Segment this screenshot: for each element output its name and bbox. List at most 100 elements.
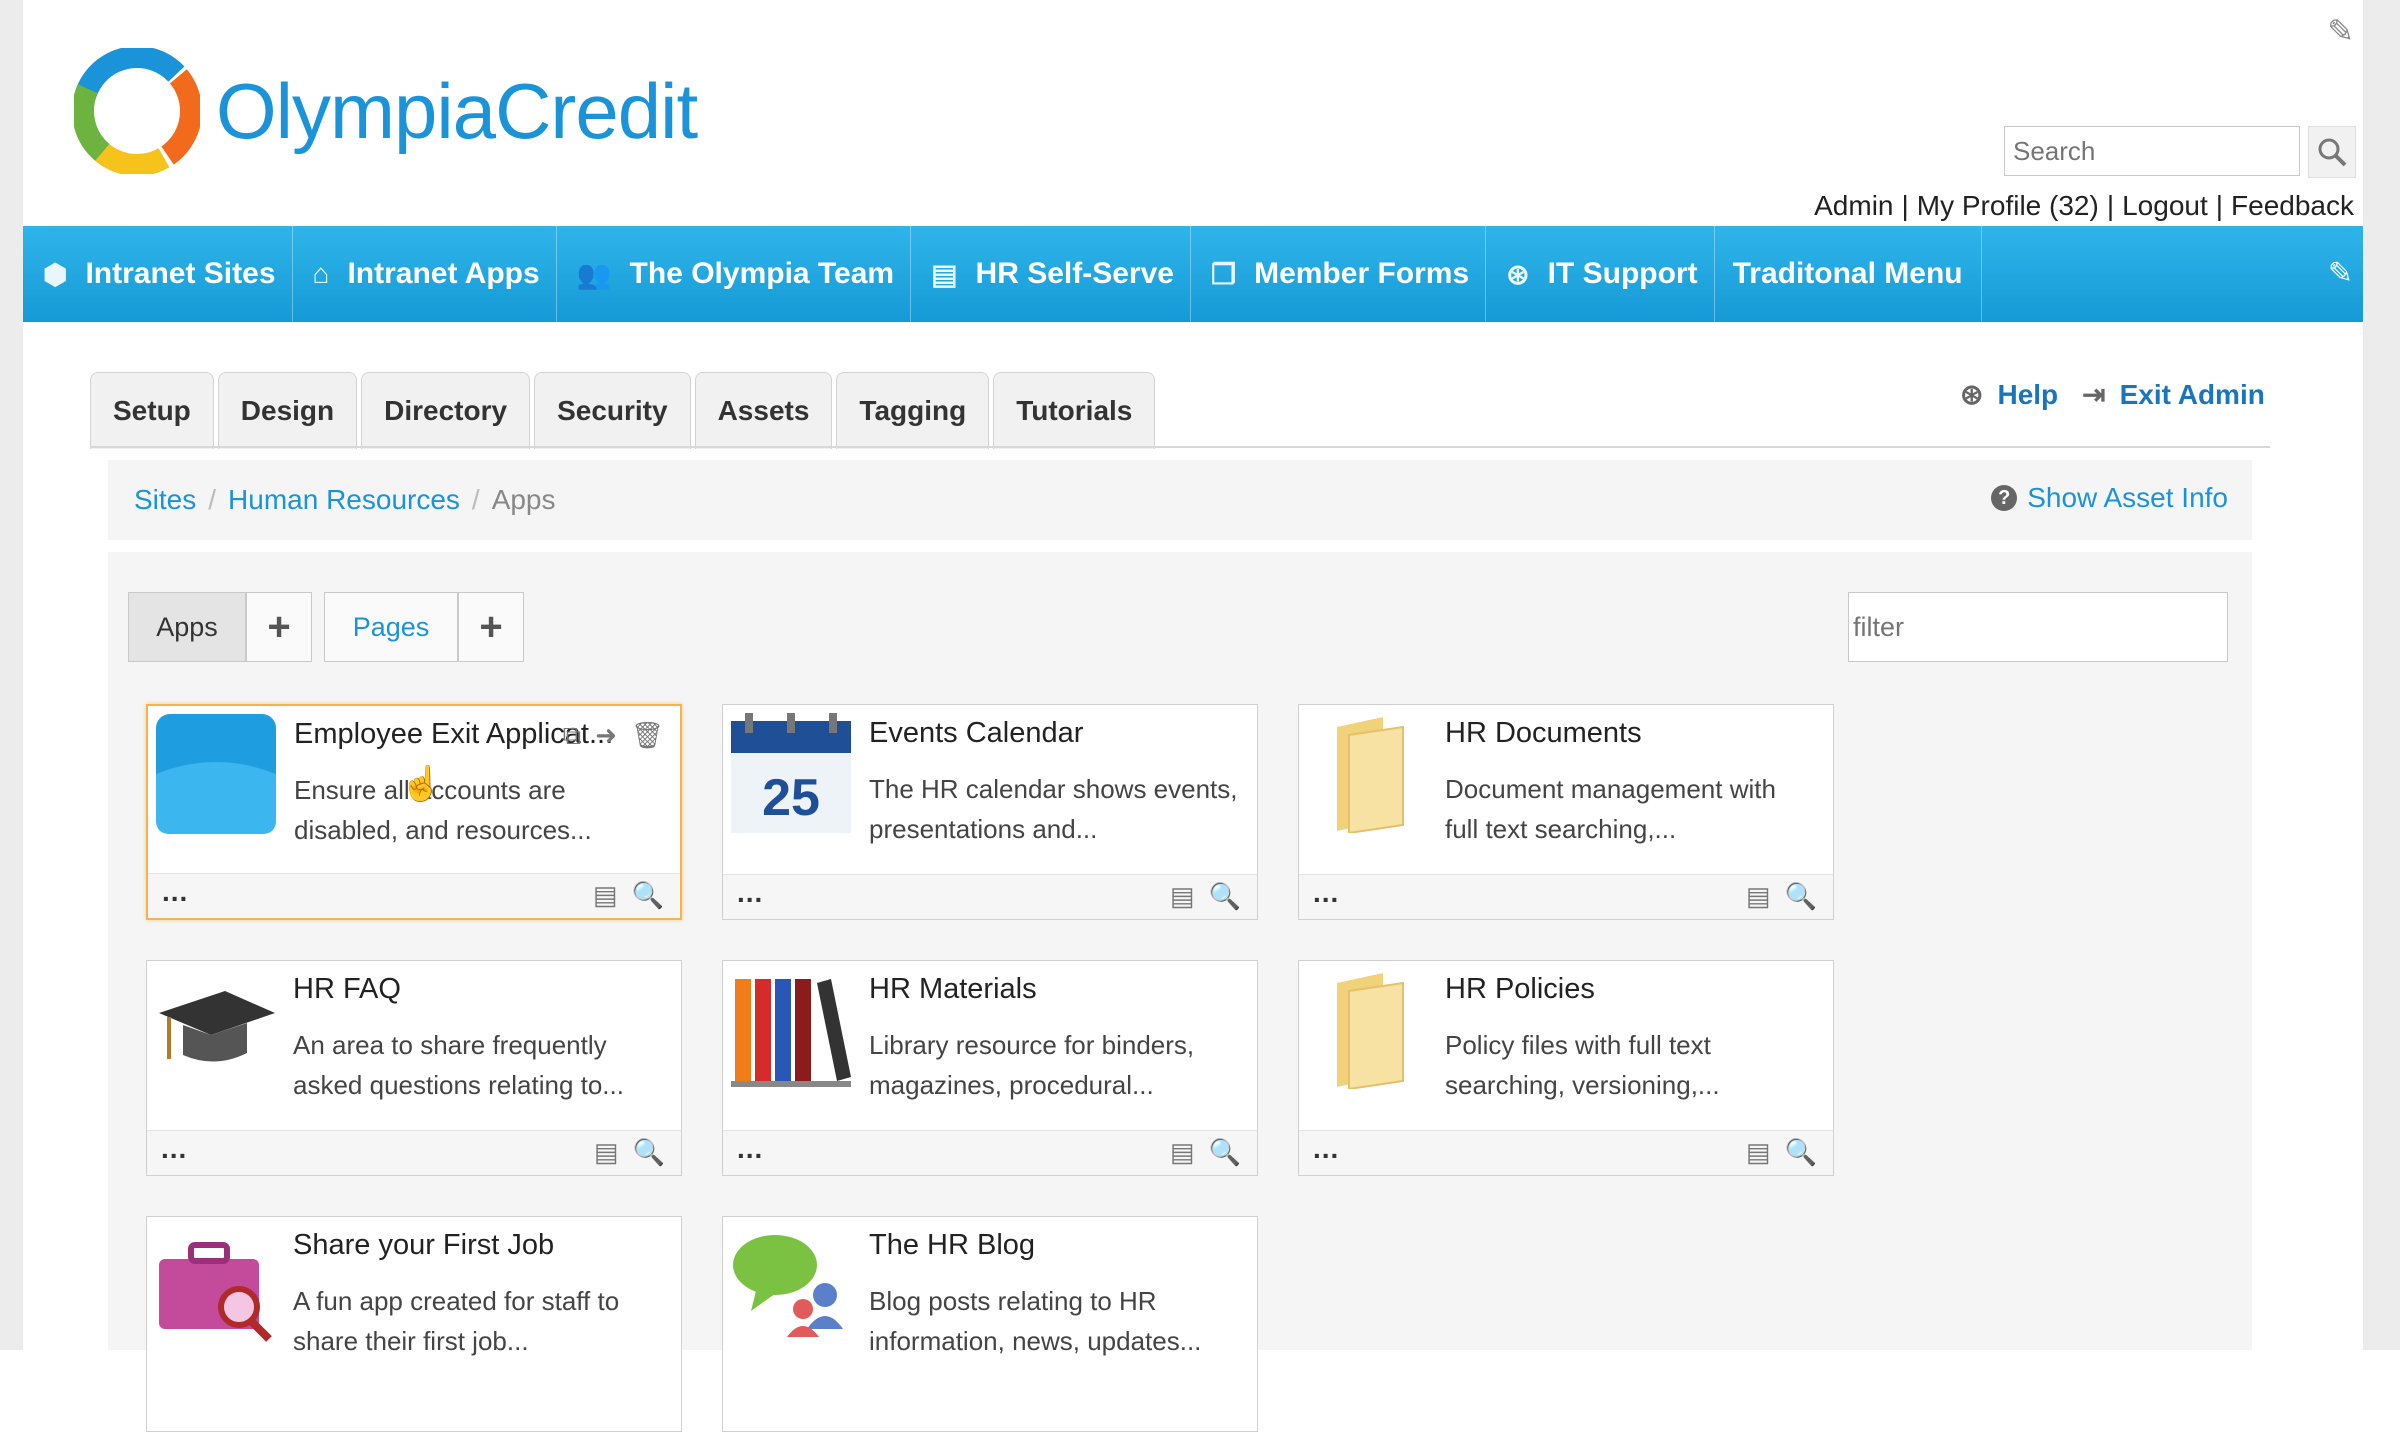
search-input[interactable] xyxy=(2004,126,2300,176)
tab-setup[interactable]: Setup xyxy=(90,372,214,449)
add-app-button[interactable]: + xyxy=(246,592,312,662)
app-card-hr-materials[interactable]: HR Materials Library resource for binder… xyxy=(722,960,1258,1176)
exit-admin-link[interactable]: ⇥ Exit Admin xyxy=(2082,378,2265,411)
details-icon[interactable]: ▤ xyxy=(1170,881,1195,912)
card-actions: ⧉ ➜ 🗑 xyxy=(549,720,664,752)
magnify-icon[interactable]: 🔍 xyxy=(1209,881,1241,912)
app-card-share-first-job[interactable]: Share your First Job A fun app created f… xyxy=(146,1216,682,1432)
app-card-hr-blog[interactable]: The HR Blog Blog posts relating to HR in… xyxy=(722,1216,1258,1432)
edit-nav-pencil-icon[interactable]: ✎ xyxy=(2328,256,2353,291)
app-title[interactable]: HR Policies xyxy=(1445,973,1595,1006)
binders-icon xyxy=(731,979,851,1087)
more-options-button[interactable]: ... xyxy=(161,1133,187,1165)
breadcrumb-separator: / xyxy=(471,484,480,515)
show-asset-info-link[interactable]: ? Show Asset Info xyxy=(1991,482,2228,514)
card-footer: ... ▤ 🔍 xyxy=(1299,1130,1833,1175)
more-options-button[interactable]: ... xyxy=(737,877,763,909)
magnify-icon[interactable]: 🔍 xyxy=(1785,881,1817,912)
card-footer: ... ▤ 🔍 xyxy=(147,1130,681,1175)
main-nav: ⬢ Intranet Sites ⌂ Intranet Apps 👥 The Olym… xyxy=(23,226,2363,322)
admin-tabs: Setup Design Directory Security Assets T… xyxy=(90,372,1159,449)
magnify-icon[interactable]: 🔍 xyxy=(1785,1137,1817,1168)
tab-tutorials[interactable]: Tutorials xyxy=(993,372,1156,449)
nav-item-hr-self-serve[interactable]: ▤ HR Self-Serve xyxy=(911,226,1191,322)
app-card-hr-policies[interactable]: HR Policies Policy files with full text … xyxy=(1298,960,1834,1176)
brand-name: OlympiaCredit xyxy=(216,66,698,155)
pages-tab-button[interactable]: Pages xyxy=(324,592,458,662)
breadcrumb-human-resources[interactable]: Human Resources xyxy=(228,484,460,516)
tab-tagging[interactable]: Tagging xyxy=(836,372,990,449)
nav-item-intranet-sites[interactable]: ⬢ Intranet Sites xyxy=(23,226,293,322)
app-title[interactable]: HR Documents xyxy=(1445,717,1642,750)
app-card-hr-documents[interactable]: HR Documents Document management with fu… xyxy=(1298,704,1834,920)
calendar-day: 25 xyxy=(762,769,820,827)
magnify-icon[interactable]: 🔍 xyxy=(1209,1137,1241,1168)
app-card-hr-faq[interactable]: HR FAQ An area to share frequently asked… xyxy=(146,960,682,1176)
app-title[interactable]: The HR Blog xyxy=(869,1229,1035,1262)
nav-item-member-forms[interactable]: ❐ Member Forms xyxy=(1191,226,1487,322)
more-options-button[interactable]: ... xyxy=(737,1133,763,1165)
copy-icon[interactable]: ⧉ xyxy=(563,720,582,752)
tabs-divider xyxy=(90,446,2270,448)
app-description: Policy files with full text searching, v… xyxy=(1445,1030,1720,1100)
calendar-icon: 25 xyxy=(731,713,851,833)
app-title[interactable]: Share your First Job xyxy=(293,1229,554,1262)
more-options-button[interactable]: ... xyxy=(162,876,188,908)
breadcrumb-separator: / xyxy=(208,484,217,515)
app-description: An area to share frequently asked questi… xyxy=(293,1030,624,1100)
tab-security[interactable]: Security xyxy=(534,372,691,449)
magnify-icon[interactable]: 🔍 xyxy=(633,1137,665,1168)
my-profile-link[interactable]: My Profile (32) xyxy=(1917,190,2099,221)
more-options-button[interactable]: ... xyxy=(1313,877,1339,909)
edit-page-pencil-icon[interactable]: ✎ xyxy=(2327,12,2354,50)
filter-input[interactable] xyxy=(1848,592,2228,662)
nav-item-it-support[interactable]: ⊛ IT Support xyxy=(1486,226,1715,322)
lifebuoy-icon: ⊛ xyxy=(1506,258,1530,290)
nav-item-traditional-menu[interactable]: Traditonal Menu xyxy=(1715,226,1982,322)
feedback-link[interactable]: Feedback xyxy=(2231,190,2354,221)
details-icon[interactable]: ▤ xyxy=(1746,1137,1771,1168)
chat-people-icon xyxy=(733,1235,843,1337)
magnify-icon[interactable]: 🔍 xyxy=(632,880,664,911)
app-title[interactable]: HR Materials xyxy=(869,973,1037,1006)
apps-tab-button[interactable]: Apps xyxy=(128,592,246,662)
nav-item-olympia-team[interactable]: 👥 The Olympia Team xyxy=(557,226,912,322)
app-title[interactable]: HR FAQ xyxy=(293,973,401,1006)
admin-link[interactable]: Admin xyxy=(1814,190,1893,221)
breadcrumb-sites[interactable]: Sites xyxy=(134,484,196,516)
add-page-button[interactable]: + xyxy=(458,592,524,662)
tab-directory[interactable]: Directory xyxy=(361,372,531,449)
tab-design[interactable]: Design xyxy=(217,372,358,449)
pages-segment: Pages + xyxy=(324,592,524,662)
home-icon: ⌂ xyxy=(312,258,330,289)
tab-assets[interactable]: Assets xyxy=(694,372,833,449)
folder-icon xyxy=(1337,717,1404,833)
question-icon: ? xyxy=(1991,485,2018,511)
app-description: The HR calendar shows events, presentati… xyxy=(869,774,1238,844)
blue-app-icon xyxy=(156,714,276,834)
apps-panel: Apps + Pages + Employee Exit Applicat...… xyxy=(108,552,2252,1432)
exit-icon: ⇥ xyxy=(2082,379,2106,410)
card-footer: ... ▤ 🔍 xyxy=(148,873,680,918)
move-arrow-icon[interactable]: ➜ xyxy=(595,720,617,752)
brand-logo[interactable]: OlympiaCredit xyxy=(74,48,698,174)
app-title[interactable]: Events Calendar xyxy=(869,717,1083,750)
breadcrumb: Sites / Human Resources / Apps ? Show As… xyxy=(108,460,2252,540)
search-icon xyxy=(2318,138,2347,167)
briefcase-search-icon xyxy=(159,1242,272,1342)
details-icon[interactable]: ▤ xyxy=(1170,1137,1195,1168)
details-icon[interactable]: ▤ xyxy=(593,880,618,911)
search-button[interactable] xyxy=(2308,126,2356,178)
details-icon[interactable]: ▤ xyxy=(1746,881,1771,912)
documents-icon: ❐ xyxy=(1210,258,1237,290)
app-card-employee-exit[interactable]: Employee Exit Applicat... ⧉ ➜ 🗑 Ensure all… xyxy=(146,704,682,920)
help-link[interactable]: ⊛ Help xyxy=(1960,378,2058,411)
people-icon: 👥 xyxy=(576,258,612,290)
folder-icon xyxy=(1337,973,1404,1089)
more-options-button[interactable]: ... xyxy=(1313,1133,1339,1165)
details-icon[interactable]: ▤ xyxy=(594,1137,619,1168)
logout-link[interactable]: Logout xyxy=(2122,190,2208,221)
nav-item-intranet-apps[interactable]: ⌂ Intranet Apps xyxy=(293,226,557,322)
app-card-events-calendar[interactable]: 25 Events Calendar The HR calendar shows… xyxy=(722,704,1258,920)
trash-icon[interactable]: 🗑 xyxy=(631,720,664,752)
